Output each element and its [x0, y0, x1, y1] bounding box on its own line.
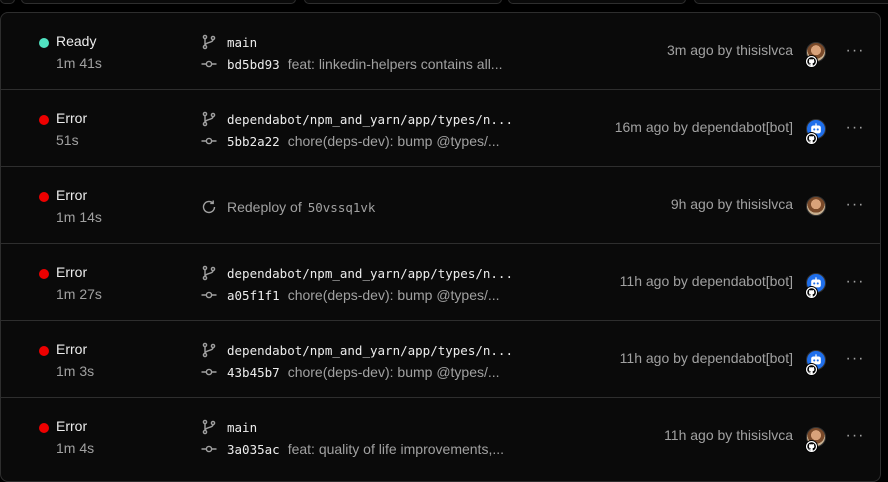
commit-message: feat: quality of life improvements,...	[287, 441, 505, 457]
git-commit-icon	[201, 364, 217, 380]
toolbar-segment	[304, 0, 502, 4]
status-label: Error	[56, 341, 88, 357]
redeploy-label: Redeploy of	[227, 199, 302, 215]
status-label: Ready	[56, 33, 97, 49]
author-avatar[interactable]	[805, 427, 830, 453]
commit-message: chore(deps-dev): bump @types/...	[287, 133, 500, 149]
github-icon	[805, 55, 818, 68]
deployment-row[interactable]: Error 1m 14s Redeploy of 50vssq1vk 9h ag…	[1, 167, 880, 244]
toolbar-segment	[508, 0, 686, 4]
commit-line[interactable]: a05f1f1 chore(deps-dev): bump @types/...	[201, 286, 500, 304]
build-duration: 1m 3s	[56, 363, 95, 379]
status-dot-error	[39, 192, 49, 202]
branch-name: dependabot/npm_and_yarn/app/types/n...	[227, 342, 513, 358]
status-dot-error	[39, 346, 49, 356]
branch-name: dependabot/npm_and_yarn/app/types/n...	[227, 111, 513, 127]
git-commit-icon	[201, 56, 217, 72]
git-branch-icon	[201, 342, 217, 358]
git-commit-icon	[201, 441, 217, 457]
status-label: Error	[56, 110, 88, 126]
previous-toolbar-edge	[0, 0, 888, 12]
github-icon	[805, 363, 818, 376]
more-horizontal-icon[interactable]: ···	[845, 42, 865, 59]
deployment-time-author: 9h ago by thisislvca	[670, 196, 793, 212]
branch-line[interactable]: dependabot/npm_and_yarn/app/types/n...	[201, 110, 513, 128]
status-dot-ready	[39, 38, 49, 48]
toolbar-segment	[0, 0, 15, 4]
build-duration: 51s	[56, 132, 79, 148]
branch-name: main	[227, 419, 258, 435]
github-icon	[805, 440, 818, 453]
commit-line[interactable]: 43b45b7 chore(deps-dev): bump @types/...	[201, 363, 500, 381]
deployment-row[interactable]: Error 51s dependabot/npm_and_yarn/app/ty…	[1, 90, 880, 167]
status-dot-error	[39, 269, 49, 279]
build-duration: 1m 14s	[56, 209, 102, 225]
commit-line[interactable]: bd5bd93 feat: linkedin-helpers contains …	[201, 55, 502, 73]
git-branch-icon	[201, 111, 217, 127]
status-label: Error	[56, 187, 88, 203]
github-icon	[805, 286, 818, 299]
commit-line[interactable]: 5bb2a22 chore(deps-dev): bump @types/...	[201, 132, 500, 150]
status-dot-error	[39, 115, 49, 125]
git-commit-icon	[201, 133, 217, 149]
branch-line[interactable]: main	[201, 33, 257, 51]
avatar	[806, 196, 826, 216]
github-icon	[805, 132, 818, 145]
status-label: Error	[56, 418, 88, 434]
commit-sha: 5bb2a22	[227, 133, 280, 149]
deployments-list: Ready 1m 41s main bd5bd93 feat: linkedin…	[0, 12, 881, 482]
toolbar-segment	[694, 0, 888, 4]
git-branch-icon	[201, 265, 217, 281]
deployment-time-author: 3m ago by thisislvca	[666, 42, 793, 58]
toolbar-segment	[21, 0, 296, 4]
branch-line[interactable]: dependabot/npm_and_yarn/app/types/n...	[201, 264, 513, 282]
git-branch-icon	[201, 34, 217, 50]
deployment-time-author: 11h ago by dependabot[bot]	[619, 350, 793, 366]
deployment-row[interactable]: Error 1m 3s dependabot/npm_and_yarn/app/…	[1, 321, 880, 398]
author-avatar[interactable]	[805, 42, 830, 68]
more-horizontal-icon[interactable]: ···	[845, 427, 865, 444]
build-duration: 1m 41s	[56, 55, 102, 71]
deployment-row[interactable]: Ready 1m 41s main bd5bd93 feat: linkedin…	[1, 13, 880, 90]
build-duration: 1m 27s	[56, 286, 102, 302]
more-horizontal-icon[interactable]: ···	[845, 119, 865, 136]
git-branch-icon	[201, 419, 217, 435]
branch-line[interactable]: main	[201, 418, 257, 436]
branch-name: dependabot/npm_and_yarn/app/types/n...	[227, 265, 513, 281]
author-avatar[interactable]	[805, 350, 830, 376]
commit-sha: 43b45b7	[227, 364, 280, 380]
build-duration: 1m 4s	[56, 440, 95, 456]
more-horizontal-icon[interactable]: ···	[845, 350, 865, 367]
deployment-time-author: 11h ago by thisislvca	[664, 427, 793, 443]
redeploy-line[interactable]: Redeploy of 50vssq1vk	[201, 198, 375, 216]
git-commit-icon	[201, 287, 217, 303]
redeploy-icon	[201, 199, 217, 215]
commit-line[interactable]: 3a035ac feat: quality of life improvemen…	[201, 440, 504, 458]
commit-sha: bd5bd93	[227, 56, 280, 72]
commit-message: chore(deps-dev): bump @types/...	[287, 364, 500, 380]
author-avatar[interactable]	[806, 196, 830, 220]
commit-sha: 3a035ac	[227, 441, 280, 457]
commit-message: chore(deps-dev): bump @types/...	[287, 287, 500, 303]
branch-name: main	[227, 34, 258, 50]
author-avatar[interactable]	[805, 119, 830, 145]
status-dot-error	[39, 423, 49, 433]
branch-line[interactable]: dependabot/npm_and_yarn/app/types/n...	[201, 341, 513, 359]
commit-message: feat: linkedin-helpers contains all...	[287, 56, 503, 72]
deployment-row[interactable]: Error 1m 4s main 3a035ac feat: quality o…	[1, 398, 880, 475]
deployment-time-author: 16m ago by dependabot[bot]	[614, 119, 793, 135]
author-avatar[interactable]	[805, 273, 830, 299]
commit-sha: a05f1f1	[227, 287, 280, 303]
status-label: Error	[56, 264, 88, 280]
deployment-row[interactable]: Error 1m 27s dependabot/npm_and_yarn/app…	[1, 244, 880, 321]
more-horizontal-icon[interactable]: ···	[845, 196, 865, 213]
redeploy-deployment-id[interactable]: 50vssq1vk	[308, 200, 376, 215]
deployment-time-author: 11h ago by dependabot[bot]	[619, 273, 793, 289]
more-horizontal-icon[interactable]: ···	[845, 273, 865, 290]
